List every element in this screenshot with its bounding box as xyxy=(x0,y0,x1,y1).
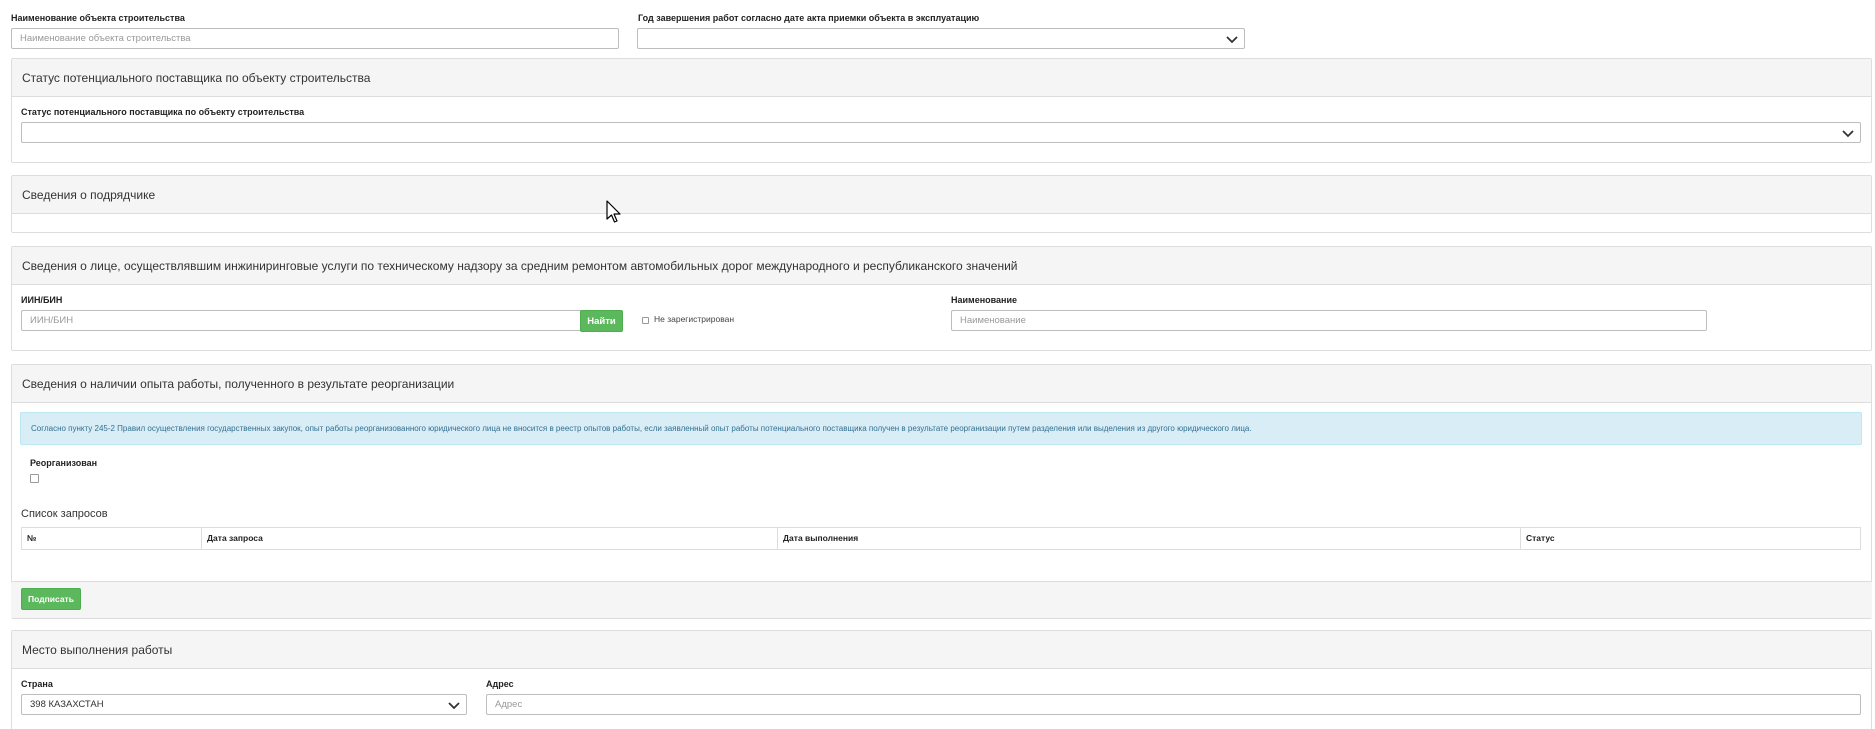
completion-year-label: Год завершения работ согласно дате акта … xyxy=(638,13,980,23)
address-label: Адрес xyxy=(486,679,514,689)
place-panel-title: Место выполнения работы xyxy=(12,631,1871,669)
not-registered-label: Не зарегистрирован xyxy=(654,314,735,324)
column-status: Статус xyxy=(1526,533,1555,543)
reorg-panel-footer xyxy=(11,581,1872,618)
engineering-panel: Сведения о лице, осуществлявшим инжинири… xyxy=(11,246,1872,351)
engineering-name-input[interactable] xyxy=(951,310,1707,331)
chevron-down-icon xyxy=(1226,36,1238,44)
contractor-panel-title: Сведения о подрядчике xyxy=(12,176,1871,214)
reorganized-checkbox[interactable] xyxy=(30,474,39,483)
column-request-date: Дата запроса xyxy=(202,528,778,549)
requests-title: Список запросов xyxy=(21,508,108,520)
reorg-panel-title: Сведения о наличии опыта работы, получен… xyxy=(12,365,1871,403)
object-name-input[interactable] xyxy=(11,28,619,49)
engineering-panel-title: Сведения о лице, осуществлявшим инжинири… xyxy=(12,247,1871,285)
contractor-panel: Сведения о подрядчике xyxy=(11,175,1872,233)
status-panel-title: Статус потенциального поставщика по объе… xyxy=(12,59,1871,97)
iin-input[interactable] xyxy=(21,310,583,331)
requests-table-header: № Дата запроса Дата выполнения Статус xyxy=(21,527,1861,550)
reorganized-label: Реорганизован xyxy=(30,458,98,468)
not-registered-checkbox[interactable] xyxy=(642,317,649,324)
mouse-cursor-icon xyxy=(606,200,621,223)
iin-label: ИИН/БИН xyxy=(21,295,63,305)
address-input[interactable] xyxy=(486,694,1861,715)
column-number: № xyxy=(22,528,202,549)
sign-button[interactable]: Подписать xyxy=(21,588,81,610)
column-completion-date: Дата выполнения xyxy=(778,528,1521,549)
status-select[interactable] xyxy=(21,122,1861,143)
chevron-down-icon xyxy=(448,702,460,710)
find-button[interactable]: Найти xyxy=(580,310,623,332)
country-label: Страна xyxy=(21,679,53,689)
engineering-name-label: Наименование xyxy=(951,295,1018,305)
country-value: 398 КАЗАХСТАН xyxy=(30,699,104,710)
completion-year-select[interactable] xyxy=(637,28,1245,49)
status-label: Статус потенциального поставщика по объе… xyxy=(21,107,305,117)
reorg-notice: Согласно пункту 245-2 Правил осуществлен… xyxy=(20,412,1862,445)
object-name-label: Наименование объекта строительства xyxy=(11,13,185,23)
country-select[interactable]: 398 КАЗАХСТАН xyxy=(21,694,467,715)
chevron-down-icon xyxy=(1842,130,1854,138)
